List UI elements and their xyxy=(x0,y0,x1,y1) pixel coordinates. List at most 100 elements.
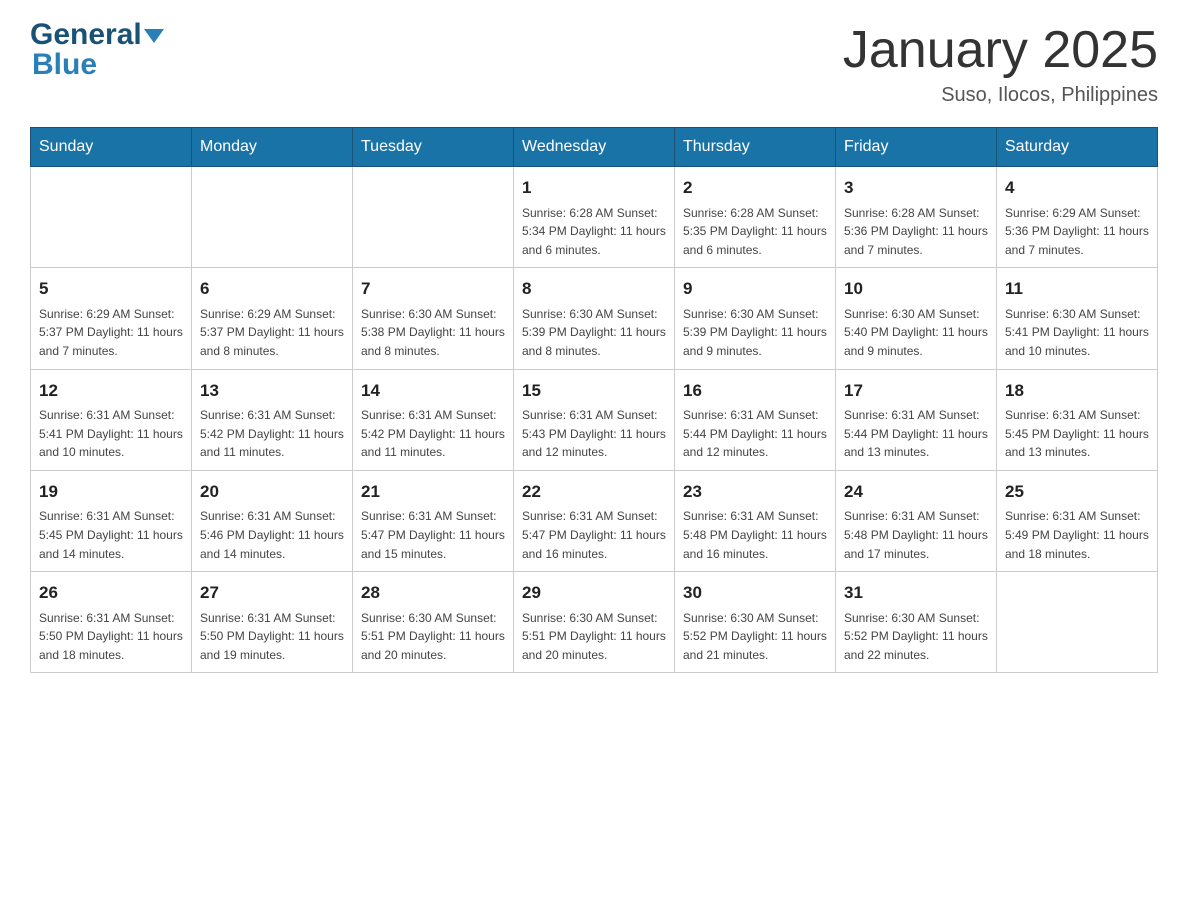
title-block: January 2025 Suso, Ilocos, Philippines xyxy=(843,20,1158,107)
day-number: 30 xyxy=(683,580,827,606)
day-number: 22 xyxy=(522,479,666,505)
day-number: 15 xyxy=(522,378,666,404)
day-info: Sunrise: 6:31 AM Sunset: 5:44 PM Dayligh… xyxy=(683,406,827,462)
day-number: 11 xyxy=(1005,276,1149,302)
day-info: Sunrise: 6:30 AM Sunset: 5:39 PM Dayligh… xyxy=(683,305,827,361)
day-number: 1 xyxy=(522,175,666,201)
day-number: 12 xyxy=(39,378,183,404)
day-info: Sunrise: 6:31 AM Sunset: 5:48 PM Dayligh… xyxy=(683,507,827,563)
calendar-cell: 30 Sunrise: 6:30 AM Sunset: 5:52 PM Dayli… xyxy=(675,572,836,673)
day-info: Sunrise: 6:31 AM Sunset: 5:50 PM Dayligh… xyxy=(39,609,183,665)
day-number: 29 xyxy=(522,580,666,606)
calendar-cell: 29 Sunrise: 6:30 AM Sunset: 5:51 PM Dayli… xyxy=(514,572,675,673)
calendar-header-row: SundayMondayTuesdayWednesdayThursdayFrid… xyxy=(31,128,1158,167)
day-number: 17 xyxy=(844,378,988,404)
day-info: Sunrise: 6:31 AM Sunset: 5:47 PM Dayligh… xyxy=(522,507,666,563)
day-info: Sunrise: 6:31 AM Sunset: 5:46 PM Dayligh… xyxy=(200,507,344,563)
calendar-cell: 19Sunrise: 6:31 AM Sunset: 5:45 PM Dayli… xyxy=(31,470,192,571)
calendar-cell: 9 Sunrise: 6:30 AM Sunset: 5:39 PM Daylig… xyxy=(675,268,836,369)
day-info: Sunrise: 6:29 AM Sunset: 5:36 PM Dayligh… xyxy=(1005,204,1149,260)
calendar-week-1: 1 Sunrise: 6:28 AM Sunset: 5:34 PM Daylig… xyxy=(31,167,1158,268)
day-number: 14 xyxy=(361,378,505,404)
logo-line1: General xyxy=(30,20,164,50)
month-title: January 2025 xyxy=(843,20,1158,80)
day-number: 21 xyxy=(361,479,505,505)
day-info: Sunrise: 6:30 AM Sunset: 5:40 PM Dayligh… xyxy=(844,305,988,361)
day-info: Sunrise: 6:31 AM Sunset: 5:43 PM Dayligh… xyxy=(522,406,666,462)
day-number: 9 xyxy=(683,276,827,302)
calendar-week-3: 12Sunrise: 6:31 AM Sunset: 5:41 PM Dayli… xyxy=(31,369,1158,470)
day-number: 5 xyxy=(39,276,183,302)
day-number: 28 xyxy=(361,580,505,606)
calendar-cell: 25Sunrise: 6:31 AM Sunset: 5:49 PM Dayli… xyxy=(997,470,1158,571)
calendar-cell: 26 Sunrise: 6:31 AM Sunset: 5:50 PM Dayli… xyxy=(31,572,192,673)
calendar-cell: 13Sunrise: 6:31 AM Sunset: 5:42 PM Dayli… xyxy=(192,369,353,470)
day-info: Sunrise: 6:31 AM Sunset: 5:41 PM Dayligh… xyxy=(39,406,183,462)
calendar-cell: 4 Sunrise: 6:29 AM Sunset: 5:36 PM Daylig… xyxy=(997,167,1158,268)
calendar-table: SundayMondayTuesdayWednesdayThursdayFrid… xyxy=(30,127,1158,673)
day-number: 4 xyxy=(1005,175,1149,201)
calendar-week-4: 19Sunrise: 6:31 AM Sunset: 5:45 PM Dayli… xyxy=(31,470,1158,571)
calendar-cell: 16Sunrise: 6:31 AM Sunset: 5:44 PM Dayli… xyxy=(675,369,836,470)
day-info: Sunrise: 6:30 AM Sunset: 5:51 PM Dayligh… xyxy=(522,609,666,665)
day-info: Sunrise: 6:30 AM Sunset: 5:52 PM Dayligh… xyxy=(683,609,827,665)
day-info: Sunrise: 6:31 AM Sunset: 5:42 PM Dayligh… xyxy=(361,406,505,462)
weekday-header-wednesday: Wednesday xyxy=(514,128,675,167)
calendar-week-2: 5 Sunrise: 6:29 AM Sunset: 5:37 PM Daylig… xyxy=(31,268,1158,369)
weekday-header-monday: Monday xyxy=(192,128,353,167)
calendar-cell: 14Sunrise: 6:31 AM Sunset: 5:42 PM Dayli… xyxy=(353,369,514,470)
day-info: Sunrise: 6:29 AM Sunset: 5:37 PM Dayligh… xyxy=(39,305,183,361)
calendar-cell: 5 Sunrise: 6:29 AM Sunset: 5:37 PM Daylig… xyxy=(31,268,192,369)
day-info: Sunrise: 6:29 AM Sunset: 5:37 PM Dayligh… xyxy=(200,305,344,361)
calendar-cell: 8Sunrise: 6:30 AM Sunset: 5:39 PM Daylig… xyxy=(514,268,675,369)
day-number: 27 xyxy=(200,580,344,606)
day-info: Sunrise: 6:31 AM Sunset: 5:47 PM Dayligh… xyxy=(361,507,505,563)
logo-general-text: General xyxy=(30,20,142,50)
calendar-cell xyxy=(192,167,353,268)
weekday-header-saturday: Saturday xyxy=(997,128,1158,167)
day-number: 8 xyxy=(522,276,666,302)
day-info: Sunrise: 6:31 AM Sunset: 5:44 PM Dayligh… xyxy=(844,406,988,462)
day-info: Sunrise: 6:30 AM Sunset: 5:38 PM Dayligh… xyxy=(361,305,505,361)
calendar-cell xyxy=(31,167,192,268)
calendar-cell: 11Sunrise: 6:30 AM Sunset: 5:41 PM Dayli… xyxy=(997,268,1158,369)
weekday-header-sunday: Sunday xyxy=(31,128,192,167)
day-number: 23 xyxy=(683,479,827,505)
calendar-cell: 10Sunrise: 6:30 AM Sunset: 5:40 PM Dayli… xyxy=(836,268,997,369)
day-number: 16 xyxy=(683,378,827,404)
day-number: 26 xyxy=(39,580,183,606)
calendar-cell: 2Sunrise: 6:28 AM Sunset: 5:35 PM Daylig… xyxy=(675,167,836,268)
day-info: Sunrise: 6:28 AM Sunset: 5:34 PM Dayligh… xyxy=(522,204,666,260)
calendar-cell: 22Sunrise: 6:31 AM Sunset: 5:47 PM Dayli… xyxy=(514,470,675,571)
calendar-cell: 31Sunrise: 6:30 AM Sunset: 5:52 PM Dayli… xyxy=(836,572,997,673)
logo-arrow-icon xyxy=(144,29,164,43)
calendar-cell: 21Sunrise: 6:31 AM Sunset: 5:47 PM Dayli… xyxy=(353,470,514,571)
day-info: Sunrise: 6:31 AM Sunset: 5:48 PM Dayligh… xyxy=(844,507,988,563)
calendar-cell xyxy=(353,167,514,268)
day-number: 7 xyxy=(361,276,505,302)
page-header: General Blue January 2025 Suso, Ilocos, … xyxy=(30,20,1158,107)
day-info: Sunrise: 6:31 AM Sunset: 5:49 PM Dayligh… xyxy=(1005,507,1149,563)
calendar-cell: 17Sunrise: 6:31 AM Sunset: 5:44 PM Dayli… xyxy=(836,369,997,470)
calendar-cell: 7 Sunrise: 6:30 AM Sunset: 5:38 PM Daylig… xyxy=(353,268,514,369)
day-number: 25 xyxy=(1005,479,1149,505)
day-info: Sunrise: 6:30 AM Sunset: 5:51 PM Dayligh… xyxy=(361,609,505,665)
day-number: 19 xyxy=(39,479,183,505)
day-number: 6 xyxy=(200,276,344,302)
location-title: Suso, Ilocos, Philippines xyxy=(843,84,1158,107)
day-number: 31 xyxy=(844,580,988,606)
calendar-cell xyxy=(997,572,1158,673)
calendar-cell: 12Sunrise: 6:31 AM Sunset: 5:41 PM Dayli… xyxy=(31,369,192,470)
day-info: Sunrise: 6:31 AM Sunset: 5:42 PM Dayligh… xyxy=(200,406,344,462)
day-info: Sunrise: 6:31 AM Sunset: 5:50 PM Dayligh… xyxy=(200,609,344,665)
calendar-cell: 24Sunrise: 6:31 AM Sunset: 5:48 PM Dayli… xyxy=(836,470,997,571)
logo-blue-text: Blue xyxy=(30,50,164,80)
day-number: 24 xyxy=(844,479,988,505)
calendar-cell: 1 Sunrise: 6:28 AM Sunset: 5:34 PM Daylig… xyxy=(514,167,675,268)
logo: General Blue xyxy=(30,20,164,80)
calendar-cell: 20Sunrise: 6:31 AM Sunset: 5:46 PM Dayli… xyxy=(192,470,353,571)
weekday-header-tuesday: Tuesday xyxy=(353,128,514,167)
day-info: Sunrise: 6:28 AM Sunset: 5:35 PM Dayligh… xyxy=(683,204,827,260)
calendar-cell: 3Sunrise: 6:28 AM Sunset: 5:36 PM Daylig… xyxy=(836,167,997,268)
day-number: 3 xyxy=(844,175,988,201)
